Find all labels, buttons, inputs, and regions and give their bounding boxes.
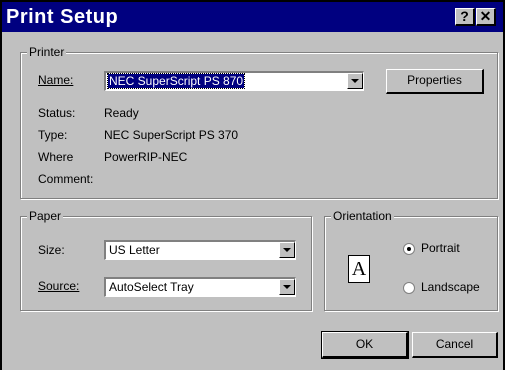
printer-name-dropdown[interactable]: NEC SuperScript PS 870 — [104, 71, 364, 91]
properties-button-label: Properties — [407, 73, 462, 87]
orientation-group-label: Orientation — [331, 209, 394, 223]
status-value: Ready — [104, 106, 139, 120]
paper-source-dropdown[interactable]: AutoSelect Tray — [104, 277, 296, 297]
where-label: Where — [38, 150, 74, 164]
landscape-label[interactable]: Landscape — [421, 280, 480, 294]
chevron-down-icon[interactable] — [279, 279, 295, 295]
printer-name-label: Name: — [38, 73, 74, 87]
print-setup-dialog: Print Setup ? ✕ Printer Name: NEC SuperS… — [0, 0, 505, 370]
ok-button[interactable]: OK — [321, 331, 409, 359]
type-label: Type: — [38, 128, 68, 142]
chevron-down-icon[interactable] — [347, 73, 363, 89]
status-label: Status: — [38, 106, 76, 120]
portrait-radio[interactable] — [403, 243, 415, 255]
portrait-label[interactable]: Portrait — [421, 241, 460, 255]
printer-group-label: Printer — [27, 45, 67, 59]
close-button[interactable]: ✕ — [476, 8, 496, 26]
paper-size-value: US Letter — [109, 243, 160, 257]
paper-group-label: Paper — [27, 209, 64, 223]
comment-label: Comment: — [38, 172, 94, 186]
landscape-radio[interactable] — [403, 282, 415, 294]
ok-button-label: OK — [355, 337, 374, 351]
type-value: NEC SuperScript PS 370 — [104, 128, 239, 142]
where-value: PowerRIP-NEC — [104, 150, 188, 164]
help-button[interactable]: ? — [455, 8, 475, 26]
paper-source-value: AutoSelect Tray — [109, 280, 194, 294]
paper-size-label: Size: — [38, 243, 65, 257]
title-bar[interactable]: Print Setup ? ✕ — [2, 2, 503, 32]
paper-source-label: Source: — [38, 279, 80, 293]
orientation-icon-letter: A — [351, 258, 367, 280]
chevron-down-icon[interactable] — [279, 242, 295, 258]
printer-name-value: NEC SuperScript PS 870 — [106, 73, 246, 89]
cancel-button-label: Cancel — [435, 337, 474, 351]
paper-size-dropdown[interactable]: US Letter — [104, 240, 296, 260]
properties-button[interactable]: Properties — [386, 69, 484, 94]
portrait-page-icon: A — [348, 255, 370, 283]
dialog-title: Print Setup — [6, 6, 119, 28]
cancel-button[interactable]: Cancel — [412, 332, 498, 358]
